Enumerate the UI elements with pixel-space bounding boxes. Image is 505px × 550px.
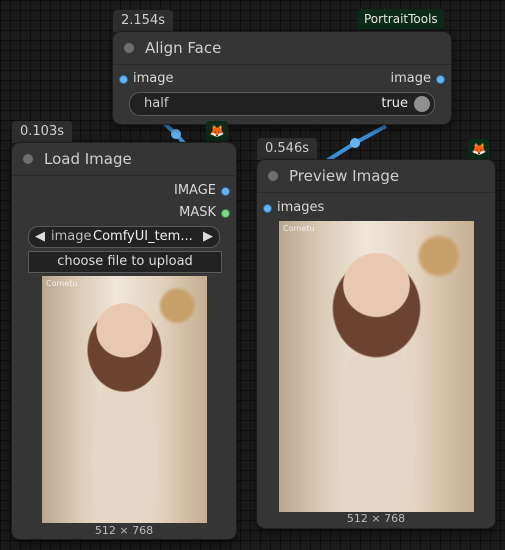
node-title: Preview Image (289, 167, 400, 185)
input-label: image (133, 71, 174, 86)
execution-time-badge: 2.154s (113, 10, 173, 32)
collapse-dot-icon[interactable] (23, 154, 33, 164)
preview-image-node[interactable]: Preview Image images Cometu 512 × 768 (257, 160, 495, 528)
half-toggle[interactable]: half true (129, 92, 435, 116)
output-slot-icon[interactable] (436, 75, 445, 84)
wire-midpoint (350, 138, 360, 148)
toggle-label: half (144, 96, 169, 111)
arrow-left-icon[interactable]: ◀ (35, 227, 45, 247)
execution-time-badge: 0.546s (257, 138, 317, 160)
node-title-bar[interactable]: Preview Image (257, 160, 495, 193)
fox-icon: 🦊 (206, 121, 228, 141)
fox-icon: 🦊 (468, 139, 490, 159)
execution-time-badge: 0.103s (12, 121, 72, 143)
align-face-node[interactable]: Align Face image image half true (113, 32, 451, 124)
input-label: images (277, 200, 325, 215)
input-slot-icon[interactable] (263, 204, 272, 213)
image-watermark: Cometu (283, 224, 315, 233)
collapse-dot-icon[interactable] (268, 171, 278, 181)
load-image-node[interactable]: Load Image IMAGE MASK ◀ image ComfyUI_te… (12, 143, 236, 539)
image-select[interactable]: ◀ image ComfyUI_tem... ▶ (28, 226, 220, 248)
combo-label: image (51, 229, 92, 244)
node-title: Align Face (145, 39, 222, 57)
image-watermark: Cometu (46, 279, 78, 288)
output-label-mask: MASK (179, 205, 216, 220)
output-slot-icon[interactable] (221, 187, 230, 196)
preview-image: Cometu (279, 221, 474, 512)
collapse-dot-icon[interactable] (124, 43, 134, 53)
toggle-value: true (381, 96, 408, 111)
upload-button[interactable]: choose file to upload (28, 251, 222, 273)
input-slot-icon[interactable] (119, 75, 128, 84)
combo-value: ComfyUI_tem... (93, 229, 193, 244)
group-tag: PortraitTools (358, 9, 444, 29)
image-dimensions: 512 × 768 (346, 512, 406, 525)
toggle-knob-icon (414, 96, 430, 112)
node-title-bar[interactable]: Align Face (113, 32, 451, 65)
image-dimensions: 512 × 768 (94, 524, 154, 537)
output-slot-icon[interactable] (221, 209, 230, 218)
wire-midpoint (171, 129, 181, 139)
loaded-image: Cometu (42, 276, 207, 523)
arrow-right-icon[interactable]: ▶ (203, 227, 213, 247)
node-title: Load Image (44, 150, 132, 168)
output-label: image (390, 71, 432, 86)
node-title-bar[interactable]: Load Image (12, 143, 236, 176)
output-label-image: IMAGE (173, 183, 216, 198)
